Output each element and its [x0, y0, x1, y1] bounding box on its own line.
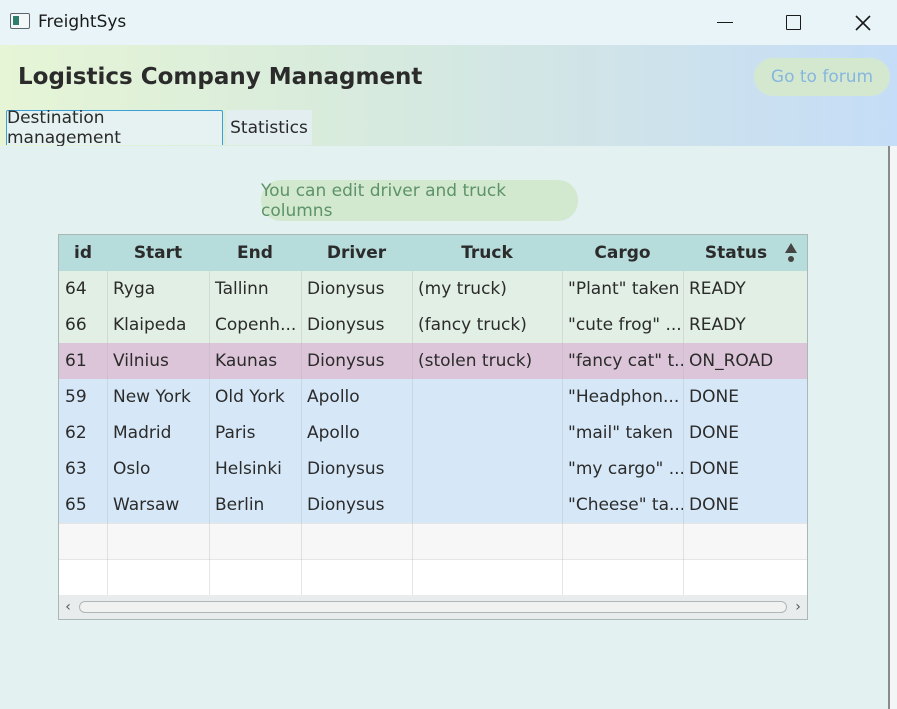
- cell-status: DONE: [689, 387, 739, 407]
- tab-destination-management[interactable]: Destination management: [6, 108, 223, 148]
- cell-status: READY: [689, 315, 746, 335]
- cell-cargo: "cute frog" ...: [568, 315, 682, 335]
- cell-start: New York: [113, 387, 191, 407]
- cell-end: Tallinn: [215, 279, 269, 299]
- page-title: Logistics Company Managment: [18, 64, 423, 90]
- cell-cargo: "my cargo" ...: [568, 459, 683, 479]
- cell-id: 62: [65, 423, 87, 443]
- cell-cargo: "Headphon...: [568, 387, 680, 407]
- cell-truck[interactable]: (my truck): [412, 271, 562, 307]
- cell-cargo: "Plant" taken: [568, 279, 680, 299]
- table-row[interactable]: 65 Warsaw Berlin Dionysus "Cheese" ta... DONE: [59, 487, 807, 523]
- cell-driver[interactable]: Dionysus: [301, 451, 412, 487]
- maximize-icon: [785, 15, 801, 30]
- app-icon: [10, 13, 30, 29]
- column-header-id[interactable]: id: [59, 235, 107, 271]
- cell-start: Oslo: [113, 459, 151, 479]
- title-bar[interactable]: FreightSys: [0, 0, 897, 45]
- sort-ascending-icon: [785, 243, 797, 253]
- cell-start: Madrid: [113, 423, 172, 443]
- cell-id: 65: [65, 495, 87, 515]
- horizontal-scrollbar[interactable]: ‹ ›: [59, 595, 807, 619]
- cell-status: DONE: [689, 423, 739, 443]
- table-row[interactable]: 63 Oslo Helsinki Dionysus "my cargo" ... DONE: [59, 451, 807, 487]
- cell-id: 61: [65, 351, 87, 371]
- column-divider: [107, 271, 108, 595]
- cell-cargo: "fancy cat" t...: [568, 351, 683, 371]
- cell-start: Klaipeda: [113, 315, 187, 335]
- cell-start: Ryga: [113, 279, 156, 299]
- cell-start: Vilnius: [113, 351, 169, 371]
- main-content: You can edit driver and truck columns id…: [0, 146, 888, 709]
- column-divider: [562, 271, 563, 595]
- cell-driver[interactable]: Dionysus: [301, 271, 412, 307]
- window-title: FreightSys: [38, 12, 127, 32]
- cell-driver[interactable]: Apollo: [301, 379, 412, 415]
- cell-truck[interactable]: [412, 379, 562, 415]
- column-header-end[interactable]: End: [209, 235, 301, 271]
- cell-end: Helsinki: [215, 459, 282, 479]
- cell-status: READY: [689, 279, 746, 299]
- minimize-icon: [717, 21, 733, 24]
- cell-end: Berlin: [215, 495, 265, 515]
- column-header-driver[interactable]: Driver: [301, 235, 412, 271]
- column-header-start[interactable]: Start: [107, 235, 209, 271]
- cell-end: Kaunas: [215, 351, 278, 371]
- minimize-button[interactable]: [702, 0, 748, 45]
- table-row[interactable]: 59 New York Old York Apollo "Headphon... DONE: [59, 379, 807, 415]
- cell-status: DONE: [689, 495, 739, 515]
- cell-id: 64: [65, 279, 87, 299]
- cell-id: 63: [65, 459, 87, 479]
- close-button[interactable]: [840, 0, 886, 45]
- cell-driver[interactable]: Dionysus: [301, 487, 412, 523]
- table-header: id Start End Driver Truck Cargo Status: [59, 235, 807, 271]
- cell-truck[interactable]: (stolen truck): [412, 343, 562, 379]
- table-row[interactable]: 61 Vilnius Kaunas Dionysus (stolen truck) "fa…: [59, 343, 807, 379]
- sort-indicator-dot: [788, 256, 794, 262]
- column-divider: [683, 271, 684, 595]
- column-divider: [209, 271, 210, 595]
- edit-hint-label: You can edit driver and truck columns: [261, 180, 578, 221]
- table-row[interactable]: 64 Ryga Tallinn Dionysus (my truck) "Plant" t…: [59, 271, 807, 307]
- cell-status: DONE: [689, 459, 739, 479]
- scroll-right-icon[interactable]: ›: [791, 598, 805, 616]
- column-header-truck[interactable]: Truck: [412, 235, 562, 271]
- close-icon: [855, 14, 871, 31]
- scrollbar-thumb[interactable]: [79, 601, 787, 613]
- cell-cargo: "mail" taken: [568, 423, 674, 443]
- scroll-left-icon[interactable]: ‹: [61, 598, 75, 616]
- column-header-status[interactable]: Status: [683, 235, 789, 271]
- cell-truck[interactable]: [412, 415, 562, 451]
- cell-id: 66: [65, 315, 87, 335]
- go-to-forum-button[interactable]: Go to forum: [754, 58, 890, 96]
- cell-status: ON_ROAD: [689, 351, 774, 371]
- column-header-cargo[interactable]: Cargo: [562, 235, 683, 271]
- empty-table-row: [59, 559, 807, 595]
- cell-end: Old York: [215, 387, 285, 407]
- window-edge: [890, 146, 897, 709]
- cell-driver[interactable]: Apollo: [301, 415, 412, 451]
- app-window: FreightSys Logistics Company Managment G…: [0, 0, 897, 709]
- cell-truck[interactable]: (fancy truck): [412, 307, 562, 343]
- table-row[interactable]: 62 Madrid Paris Apollo "mail" taken DONE: [59, 415, 807, 451]
- column-divider: [301, 271, 302, 595]
- cell-truck[interactable]: [412, 451, 562, 487]
- destinations-table[interactable]: id Start End Driver Truck Cargo Status 6…: [58, 234, 808, 620]
- app-header: Logistics Company Managment Go to forum …: [0, 45, 897, 148]
- cell-truck[interactable]: [412, 487, 562, 523]
- cell-end: Paris: [215, 423, 256, 443]
- cell-start: Warsaw: [113, 495, 180, 515]
- column-divider: [412, 271, 413, 595]
- maximize-button[interactable]: [770, 0, 816, 45]
- cell-driver[interactable]: Dionysus: [301, 343, 412, 379]
- cell-driver[interactable]: Dionysus: [301, 307, 412, 343]
- empty-table-row: [59, 523, 807, 559]
- table-row[interactable]: 66 Klaipeda Copenh... Dionysus (fancy truck)…: [59, 307, 807, 343]
- tab-statistics[interactable]: Statistics: [226, 110, 312, 145]
- cell-id: 59: [65, 387, 87, 407]
- cell-end: Copenh...: [215, 315, 297, 335]
- cell-cargo: "Cheese" ta...: [568, 495, 683, 515]
